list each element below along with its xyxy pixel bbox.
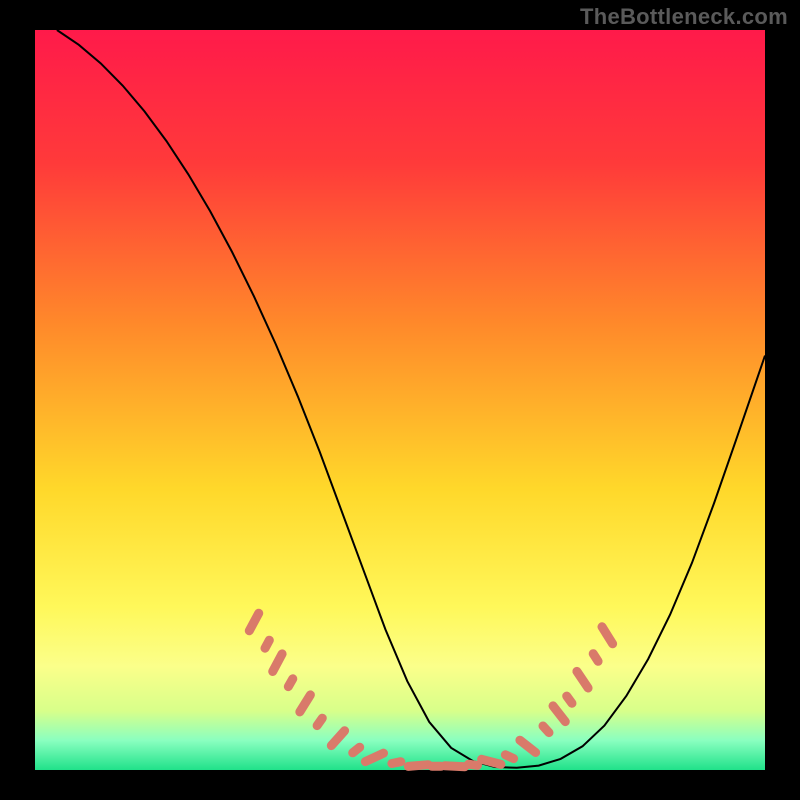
watermark-label: TheBottleneck.com xyxy=(580,4,788,30)
highlight-marker xyxy=(265,640,269,648)
highlight-marker xyxy=(288,679,293,687)
highlight-marker xyxy=(505,755,513,759)
highlight-marker xyxy=(392,762,401,764)
gradient-background xyxy=(35,30,765,770)
bottleneck-chart xyxy=(0,0,800,800)
highlight-marker xyxy=(408,765,428,767)
highlight-marker xyxy=(567,696,572,703)
highlight-marker xyxy=(543,726,549,733)
highlight-marker xyxy=(593,654,598,662)
chart-container: TheBottleneck.com xyxy=(0,0,800,800)
highlight-marker xyxy=(445,766,465,767)
highlight-marker xyxy=(317,718,322,725)
highlight-marker xyxy=(482,759,501,764)
highlight-marker xyxy=(469,764,478,765)
highlight-marker xyxy=(353,747,360,753)
